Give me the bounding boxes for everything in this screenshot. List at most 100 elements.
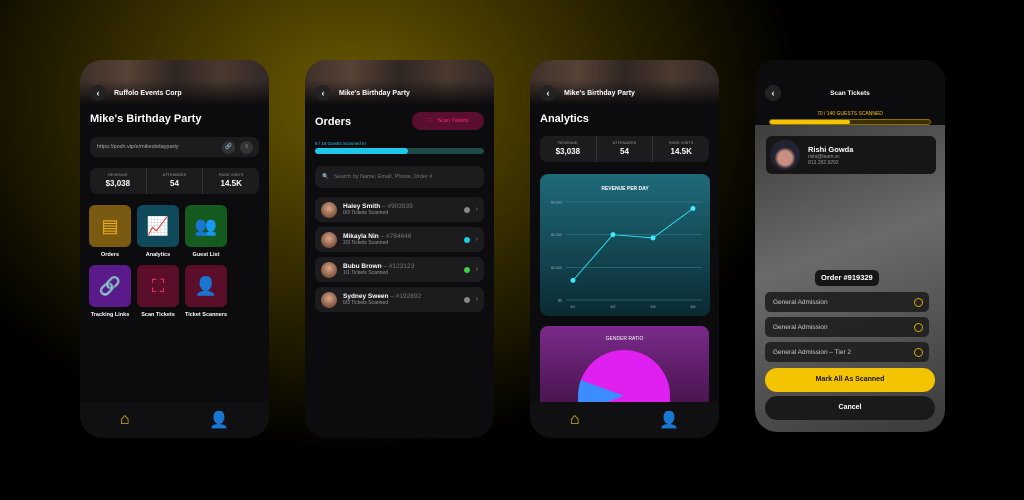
avatar [321,201,337,218]
stat-value: 14.5K [670,147,692,156]
guest-name: Rishi Gowda [808,144,854,154]
tile-label: Analytics [145,252,171,258]
guest-card: Rishi Gowda rishi@team.vc 813.282.9292 [766,136,936,174]
customer-name: Mikayla Nin [343,233,379,240]
avatar [770,140,800,170]
chevron-right-icon: › [475,266,478,273]
revenue-chart: REVENUE PER DAY $0 $1,000 $2,000 $4,000 5/1 5/… [540,174,710,316]
chevron-right-icon: › [475,206,478,213]
home-icon[interactable]: ⌂ [120,411,130,429]
order-number: – #192892 [390,293,422,300]
progress-label: 70 / 140 GUESTS SCANNED [817,111,883,117]
radio-circle-icon[interactable] [914,297,923,307]
stats-bar: REVENUE $3,038 ATTENDEES 54 PAGE VISITS 14.… [90,168,259,194]
gender-ratio-card: GENDER RATIO [540,326,709,402]
progress-fill [315,148,408,154]
tile-scan-tickets[interactable]: ⛶ [137,265,179,307]
mark-all-scanned-button[interactable]: Mark All As Scanned [765,368,935,392]
search-placeholder: Search by Name, Email, Phone, Order # [333,174,433,180]
data-point [690,206,696,212]
ticket-label: General Admission [773,323,828,331]
order-number: – #123123 [383,263,415,270]
phone-event-dashboard: ‹ Ruffolo Events Corp Mike's Birthday Par… [80,60,269,438]
breadcrumb: Ruffolo Events Corp [114,89,182,97]
scan-progress-bar [769,119,931,125]
avatar [321,261,337,278]
y-tick-label: $4,000 [551,201,562,205]
stat-value: $3,038 [105,179,131,188]
x-tick-label: 5/2 [611,305,616,309]
radio-circle-icon[interactable] [914,347,923,357]
progress-label: 8 / 18 Guests Scanned In [315,141,366,146]
scan-status: 2/3 Tickets Scanned [343,240,389,246]
stat-value: $3,038 [555,147,581,156]
breadcrumb: Mike's Birthday Party [339,89,410,97]
search-input[interactable]: 🔍 Search by Name, Email, Phone, Order # [315,166,484,188]
tile-analytics[interactable]: 📈 [137,205,179,247]
profile-icon[interactable]: 👤 [209,410,229,430]
tile-label: Orders [100,252,120,258]
customer-name: Haley Smith [343,203,381,210]
link-icon: 🔗 [98,275,122,296]
page-title: Orders [315,116,352,128]
chart-title: REVENUE PER DAY [601,186,649,192]
scan-status: 1/1 Tickets Scanned [343,270,389,276]
scanner-person-icon: 👤 [194,275,218,296]
stat-label: PAGE VISITS [668,140,694,145]
order-row[interactable]: Sydney Sween – #192892 0/3 Tickets Scanne… [315,287,484,312]
ticket-row[interactable]: General Admission [765,292,929,312]
order-number: Order #919329 [815,270,879,286]
tile-ticket-scanners[interactable]: 👤 [185,265,227,307]
pie-chart [578,350,670,402]
chart-icon: 📈 [146,215,170,236]
bottom-nav: ⌂ 👤 [530,402,719,438]
breadcrumb: Mike's Birthday Party [564,89,635,97]
order-row[interactable]: Mikayla Nin – #784646 2/3 Tickets Scanned… [315,227,484,252]
tile-guest-list[interactable]: 👥 [185,205,227,247]
x-tick-label: 5/4 [691,305,696,309]
x-tick-label: 5/3 [651,305,656,309]
home-icon[interactable]: ⌂ [570,411,580,429]
phone-analytics: ‹ Mike's Birthday Party Analytics REVENUE… [530,60,719,438]
status-dot [463,236,470,243]
tile-label: Tracking Links [90,312,130,318]
data-point [610,232,616,238]
ticket-row[interactable]: General Admission – Tier 2 [765,342,929,362]
page-title: Mike's Birthday Party [90,113,202,125]
bottom-nav: ⌂ 👤 [80,402,269,438]
share-icon[interactable]: ⇪ [240,140,253,154]
order-row[interactable]: Bubu Brown – #123123 1/1 Tickets Scanned › [315,257,484,282]
scan-status: 0/3 Tickets Scanned [343,210,389,216]
back-button[interactable]: ‹ [315,85,331,101]
event-url: https://posh.vip/e/mikesbdayparty [97,144,179,150]
scan-tickets-button[interactable]: ⛶ Scan Tickets [412,112,484,130]
people-icon: 👥 [194,215,218,236]
link-icon[interactable]: 🔗 [222,140,235,154]
tile-orders[interactable]: ▤ [89,205,131,247]
order-row[interactable]: Haley Smith – #903939 0/3 Tickets Scanned… [315,197,484,222]
tile-label: Ticket Scanners [184,312,228,318]
cancel-button[interactable]: Cancel [765,396,935,420]
page-title: Analytics [540,113,589,125]
customer-name: Sydney Sween [343,293,389,300]
data-point [650,235,656,241]
scan-icon: ⛶ [151,275,165,296]
radio-circle-icon[interactable] [914,322,923,332]
ticket-row[interactable]: General Admission [765,317,929,337]
back-button[interactable]: ‹ [540,85,556,101]
progress-fill [770,120,850,124]
back-button[interactable]: ‹ [90,85,106,101]
ticket-label: General Admission [773,298,828,306]
search-icon: 🔍 [322,174,329,180]
profile-icon[interactable]: 👤 [659,410,679,430]
avatar [321,231,337,248]
chart-title: GENDER RATIO [605,336,644,342]
stat-value: 54 [170,179,179,188]
event-url-field[interactable]: https://posh.vip/e/mikesbdayparty 🔗 ⇪ [90,137,259,157]
tile-label: Guest List [192,252,220,258]
tile-tracking-links[interactable]: 🔗 [89,265,131,307]
stat-label: ATTENDEES [612,140,637,145]
back-button[interactable]: ‹ [765,85,781,101]
order-number: – #903939 [382,203,413,210]
document-icon: ▤ [101,215,119,236]
